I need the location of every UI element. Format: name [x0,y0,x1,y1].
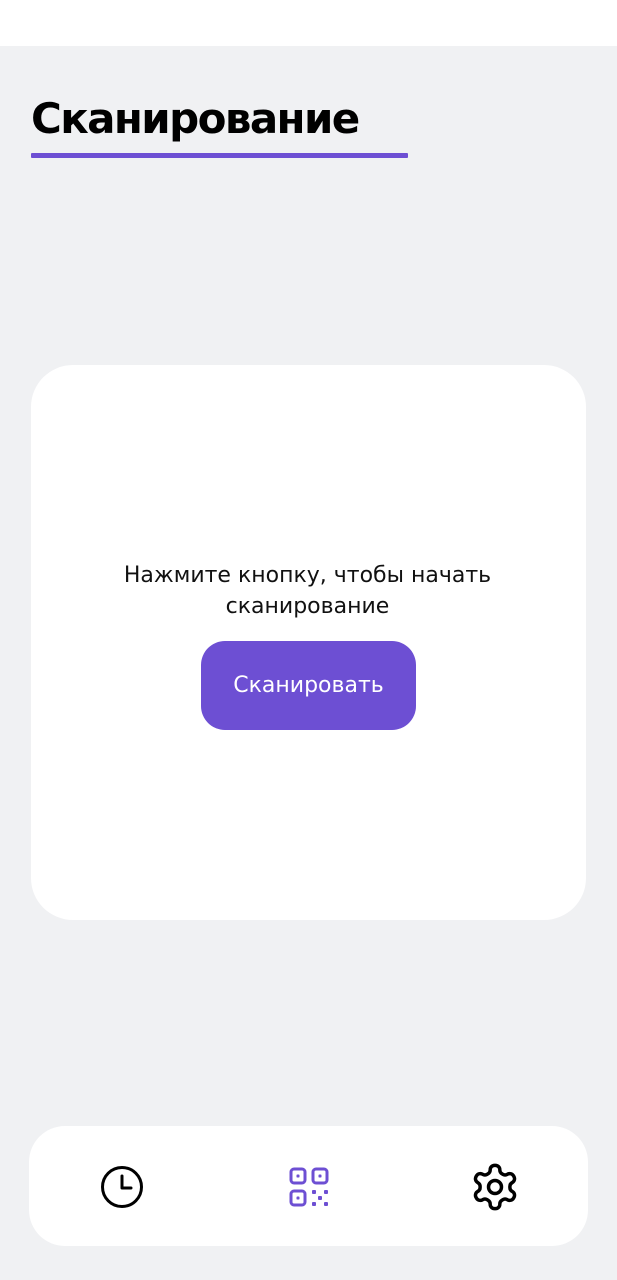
gear-icon [469,1161,521,1213]
bottom-navigation [29,1126,588,1246]
scan-prompt-text: Нажмите кнопку, чтобы начать сканировани… [123,563,492,619]
nav-item-history[interactable] [92,1157,152,1217]
qr-code-icon [288,1166,330,1208]
scan-button[interactable]: Сканировать [201,641,416,730]
nav-item-settings[interactable] [465,1157,525,1217]
clock-icon [100,1165,144,1209]
status-bar-area [0,0,617,46]
nav-item-scan[interactable] [279,1157,339,1217]
page-title: Сканирование [31,94,360,143]
title-underline [31,153,408,158]
